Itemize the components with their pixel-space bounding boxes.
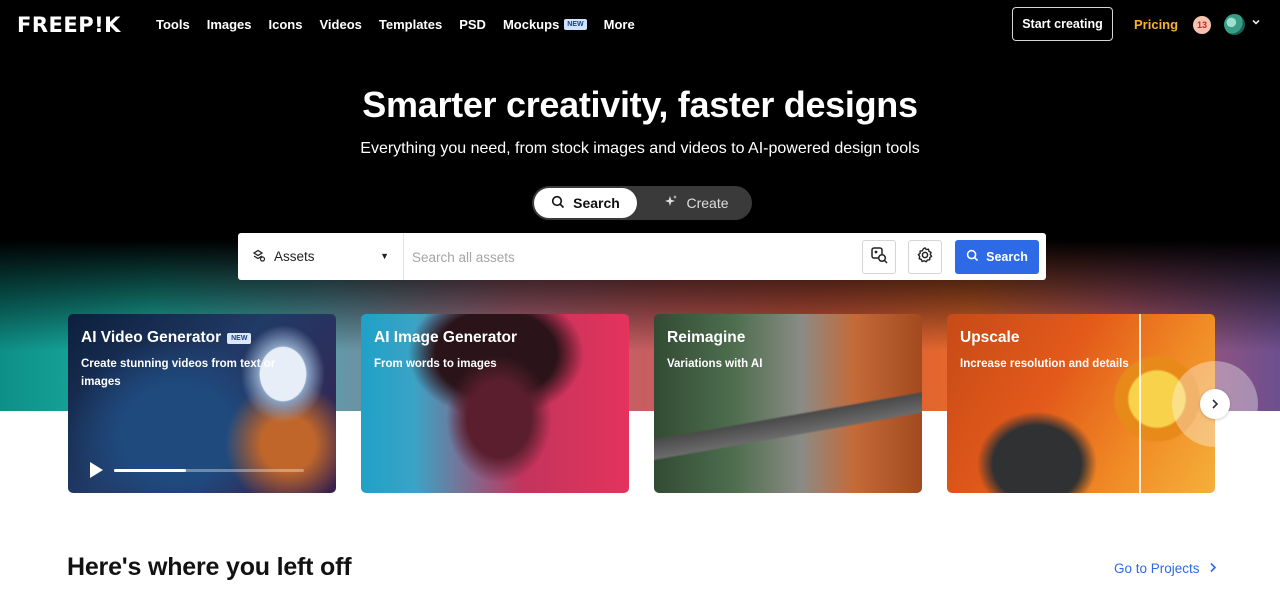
card-reimagine[interactable]: Reimagine Variations with AI — [654, 314, 922, 493]
nav-mockups-label: Mockups — [502, 17, 560, 32]
nav-videos-label: Videos — [319, 17, 362, 32]
section-title: Here's where you left off — [67, 553, 352, 581]
toggle-search-label: Search — [573, 195, 620, 211]
chevron-down-icon[interactable] — [1251, 17, 1261, 30]
toggle-search[interactable]: Search — [534, 188, 637, 218]
card-title: AI Video Generator NEW — [81, 329, 252, 347]
card-subtitle: Variations with AI — [667, 358, 763, 370]
card-ai-image-generator[interactable]: AI Image Generator From words to images — [361, 314, 629, 493]
search-submit-label: Search — [986, 250, 1028, 264]
nav-mockups[interactable]: Mockups NEW — [503, 17, 587, 32]
card-subtitle: Create stunning videos from text or imag… — [81, 358, 276, 388]
page-title: Smarter creativity, faster designs — [362, 84, 918, 125]
nav-psd[interactable]: PSD — [459, 17, 486, 32]
gear-icon — [916, 246, 934, 269]
nav-videos[interactable]: Videos — [319, 17, 361, 32]
toggle-create-label: Create — [686, 195, 729, 211]
toggle-create[interactable]: Create — [642, 188, 750, 218]
chevron-right-icon — [1209, 561, 1217, 576]
video-progress-fill — [114, 469, 187, 472]
caret-down-icon: ▼ — [380, 251, 389, 261]
chevron-right-icon — [1200, 389, 1230, 419]
top-navbar: FREEP!K Tools Images Icons Videos Templa… — [0, 0, 1280, 48]
pricing-link[interactable]: Pricing — [1134, 17, 1178, 32]
nav-tools[interactable]: Tools — [156, 17, 190, 32]
card-title-text: AI Video Generator — [81, 329, 222, 346]
search-icon — [966, 249, 979, 265]
card-subtitle: Increase resolution and details — [960, 358, 1129, 370]
nav-templates[interactable]: Templates — [379, 17, 442, 32]
search-submit-button[interactable]: Search — [955, 240, 1039, 274]
asset-type-label: Assets — [274, 249, 315, 264]
avatar[interactable] — [1224, 14, 1245, 35]
page-subtitle: Everything you need, from stock images a… — [360, 140, 920, 157]
nav-icons[interactable]: Icons — [269, 17, 303, 32]
image-search-button[interactable] — [862, 240, 896, 274]
asset-type-select[interactable]: Assets ▼ — [238, 233, 404, 280]
search-input[interactable] — [412, 245, 852, 269]
notifications-icon[interactable]: 13 — [1193, 16, 1211, 34]
nav-more-label: More — [603, 17, 635, 32]
search-settings-button[interactable] — [908, 240, 942, 274]
new-badge: NEW — [564, 19, 587, 30]
nav-images[interactable]: Images — [207, 17, 252, 32]
mode-toggle: Search Create — [532, 186, 752, 220]
card-title: Reimagine — [667, 329, 746, 346]
notification-count: 13 — [1196, 20, 1207, 30]
card-title: Upscale — [960, 329, 1020, 346]
assets-icon — [251, 248, 266, 266]
nav-tools-label: Tools — [156, 17, 190, 32]
card-title: AI Image Generator — [374, 329, 517, 346]
carousel-next-button[interactable] — [1172, 361, 1258, 447]
play-icon[interactable] — [90, 462, 103, 478]
search-icon — [551, 195, 565, 212]
image-search-icon — [869, 245, 889, 270]
sparkle-icon — [663, 194, 678, 212]
nav-icons-label: Icons — [268, 17, 303, 32]
nav-templates-label: Templates — [378, 17, 443, 32]
comparison-divider[interactable] — [1139, 314, 1141, 493]
nav-more[interactable]: More — [604, 17, 635, 32]
nav-links: Tools Images Icons Videos Templates PSD … — [156, 17, 635, 32]
go-to-projects-link[interactable]: Go to Projects — [1114, 561, 1217, 576]
freepik-logo[interactable]: FREEP!K — [17, 13, 121, 37]
video-progress[interactable] — [114, 469, 304, 472]
start-creating-button[interactable]: Start creating — [1012, 7, 1113, 41]
go-to-projects-label: Go to Projects — [1114, 561, 1200, 576]
card-ai-video-generator[interactable]: AI Video Generator NEW Create stunning v… — [68, 314, 336, 493]
search-bar: Assets ▼ Search — [238, 233, 1046, 280]
nav-psd-label: PSD — [459, 17, 486, 32]
nav-images-label: Images — [206, 17, 252, 32]
card-subtitle: From words to images — [374, 358, 497, 370]
new-badge: NEW — [227, 332, 252, 344]
